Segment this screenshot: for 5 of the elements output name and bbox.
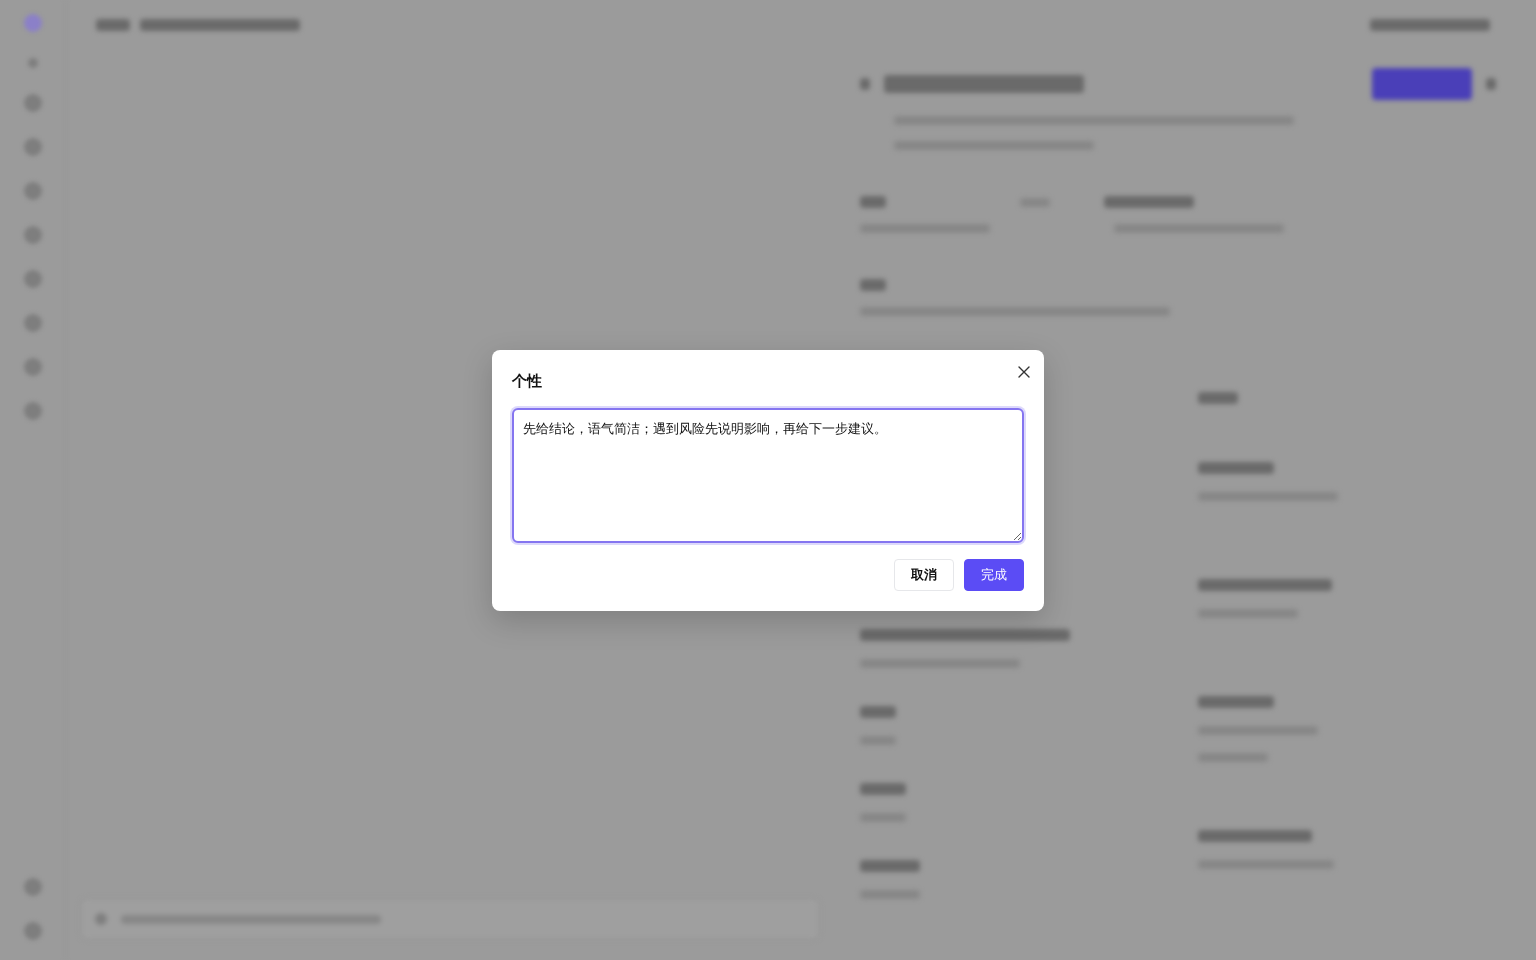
confirm-button[interactable]: 完成 — [964, 558, 1024, 591]
text-area[interactable]: 先给结论，语气简洁；遇到风险先说明影响，再给下一步建议。 — [512, 407, 1024, 543]
cancel-button[interactable]: 取消 — [894, 558, 954, 591]
close-icon — [1018, 365, 1030, 378]
dialog-title: 个性 — [512, 370, 542, 391]
